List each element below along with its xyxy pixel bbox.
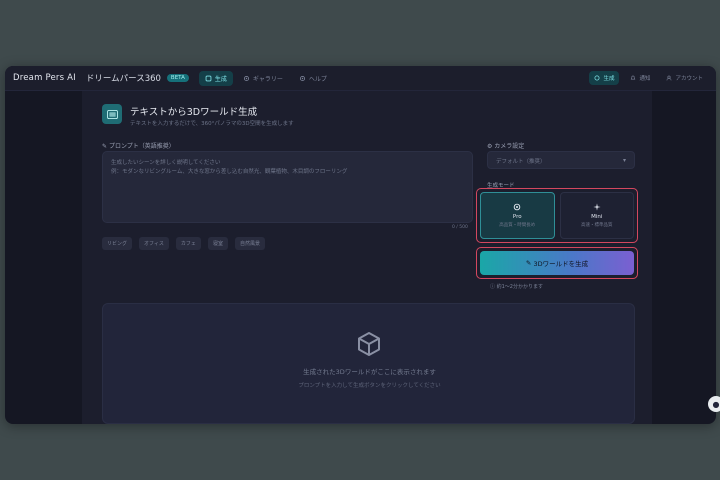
camera-label-text: カメラ設定 xyxy=(494,143,525,150)
nav-item-help[interactable]: ヘルプ xyxy=(293,71,333,86)
info-icon: ⓘ xyxy=(490,284,497,290)
chat-icon: ● xyxy=(712,399,720,409)
nav-item-label: 生成 xyxy=(214,75,227,83)
app-window: Dream Pers AI ドリームパース360 BETA 生成 ギャラリー ヘ… xyxy=(5,66,716,424)
gem-icon xyxy=(513,203,521,211)
prompt-tag[interactable]: 寝室 xyxy=(207,237,228,250)
main-content: テキストから3Dワールド生成 テキストを入力するだけで、360°パノラマの3D空… xyxy=(82,91,652,424)
header-action-label: アカウント xyxy=(675,76,703,82)
user-icon xyxy=(667,75,672,81)
prompt-tag[interactable]: オフィス xyxy=(139,237,169,250)
beta-badge: BETA xyxy=(166,74,189,82)
mode-name: Mini xyxy=(591,214,603,220)
mode-option-mini[interactable]: Mini 高速・標準品質 xyxy=(559,192,634,239)
brand-logo[interactable]: Dream Pers AI xyxy=(13,73,76,83)
page-subtitle: テキストを入力するだけで、360°パノラマの3D空間を生成します xyxy=(130,121,294,127)
page-title: テキストから3Dワールド生成 xyxy=(130,107,258,118)
prompt-label: ✎ プロンプト（英語推奨） xyxy=(102,141,175,150)
mode-selector: Pro 高品質・時間長め Mini 高速・標準品質 xyxy=(476,188,638,243)
generate-button-label: 3Dワールドを生成 xyxy=(533,260,589,268)
gear-icon xyxy=(299,75,305,81)
prompt-input[interactable]: 生成したいシーンを詳しく説明してください 例：モダンなリビングルーム、大きな窓か… xyxy=(102,151,473,223)
bell-icon xyxy=(631,75,636,80)
chat-bubble-button[interactable]: ● xyxy=(708,396,720,412)
gear-icon xyxy=(243,75,249,81)
main-nav: 生成 ギャラリー ヘルプ xyxy=(198,70,337,86)
wand-icon: ✎ xyxy=(525,259,534,267)
preview-title: 生成された3Dワールドがここに表示されます xyxy=(303,368,436,376)
chevron-down-icon: ▾ xyxy=(622,157,626,164)
header-action-notifications[interactable]: 通知 xyxy=(625,71,655,85)
header-action-account[interactable]: アカウント xyxy=(661,71,708,85)
header-action-label: 生成 xyxy=(603,76,615,82)
pencil-icon: ✎ xyxy=(102,143,109,150)
world-icon xyxy=(102,104,122,124)
prompt-tag[interactable]: 自然風景 xyxy=(234,237,265,250)
char-count: 0 / 500 xyxy=(452,225,468,230)
mode-desc: 高品質・時間長め xyxy=(499,223,536,228)
mode-desc: 高速・標準品質 xyxy=(581,223,613,228)
prompt-placeholder-line: 生成したいシーンを詳しく説明してください xyxy=(111,160,221,166)
prompt-tag[interactable]: カフェ xyxy=(175,237,201,250)
preview-subtitle: プロンプトを入力して生成ボタンをクリックしてください xyxy=(298,383,441,389)
nav-item-label: ヘルプ xyxy=(308,75,327,83)
cube-icon xyxy=(358,332,380,356)
nav-item-gallery[interactable]: ギャラリー xyxy=(237,71,289,86)
generate-button[interactable]: ✎ 3Dワールドを生成 xyxy=(480,251,634,275)
prompt-placeholder-line: 例：モダンなリビングルーム、大きな窓から差し込む自然光、観葉植物、木目調のフロー… xyxy=(111,169,348,175)
camera-select-value: デフォルト（推奨） xyxy=(496,159,546,165)
prompt-tag[interactable]: リビング xyxy=(102,237,133,250)
cube-icon xyxy=(205,75,212,81)
nav-item-generate[interactable]: 生成 xyxy=(198,70,233,86)
app-name: ドリームパース360 xyxy=(85,74,161,84)
sparkle-icon xyxy=(593,203,601,211)
header-action-label: 通知 xyxy=(639,76,651,82)
prompt-label-text: プロンプト（英語推奨） xyxy=(108,143,175,150)
camera-label: ⚙ カメラ設定 xyxy=(487,141,524,150)
mode-name: Pro xyxy=(512,214,522,220)
generate-hint-text: 約1〜2分かかります xyxy=(496,284,543,290)
generate-button-frame: ✎ 3Dワールドを生成 xyxy=(476,247,638,279)
preview-area: 生成された3Dワールドがここに表示されます プロンプトを入力して生成ボタンをクリ… xyxy=(102,303,635,424)
mode-option-pro[interactable]: Pro 高品質・時間長め xyxy=(480,192,555,239)
prompt-tags: リビング オフィス カフェ 寝室 自然風景 xyxy=(102,237,265,250)
circle-icon xyxy=(594,75,600,81)
nav-item-label: ギャラリー xyxy=(252,75,283,83)
camera-select[interactable]: デフォルト（推奨） ▾ xyxy=(487,151,635,169)
top-bar: Dream Pers AI ドリームパース360 BETA 生成 ギャラリー ヘ… xyxy=(5,66,716,91)
generate-hint: ⓘ 約1〜2分かかります xyxy=(490,283,543,290)
header-action-generate[interactable]: 生成 xyxy=(589,71,620,85)
header-actions: 生成 通知 アカウント xyxy=(589,71,708,85)
